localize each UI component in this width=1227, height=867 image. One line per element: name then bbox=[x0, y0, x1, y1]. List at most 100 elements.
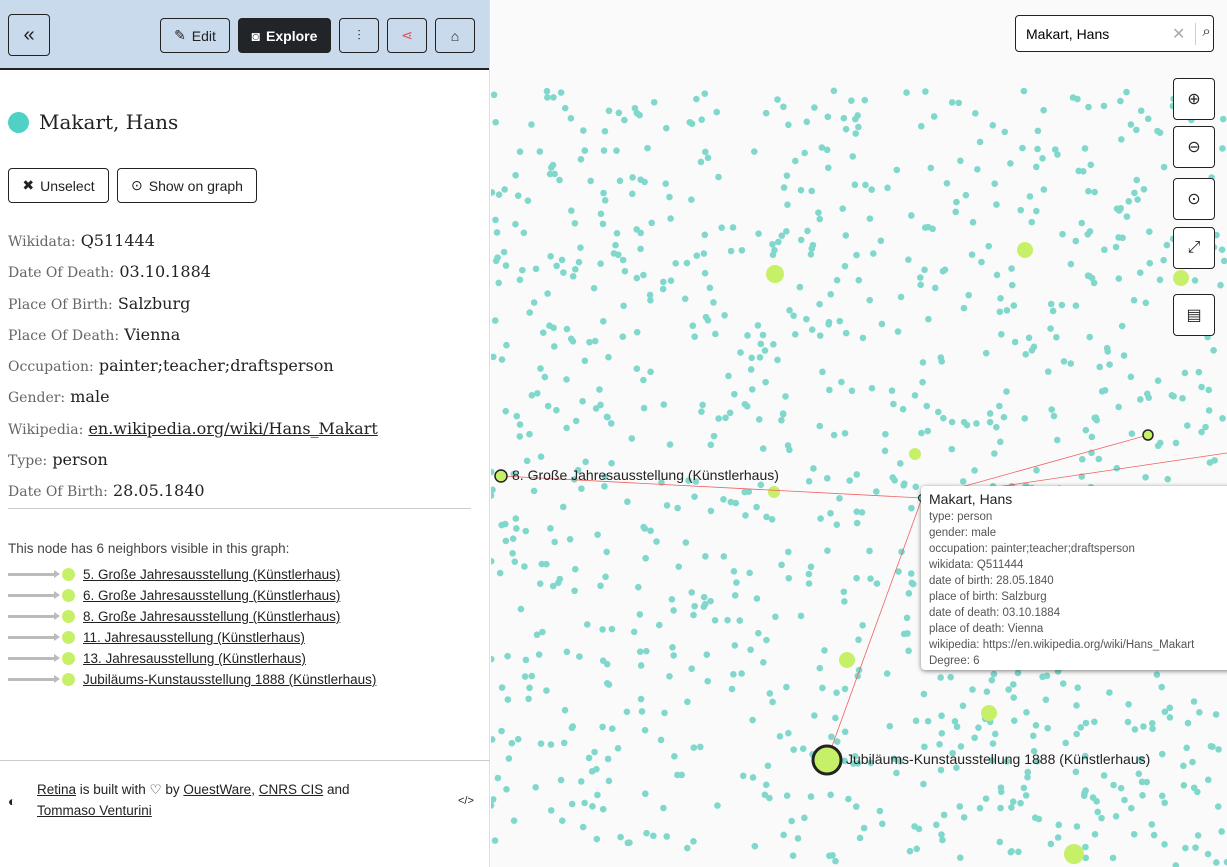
person-node[interactable] bbox=[738, 247, 746, 254]
person-node[interactable] bbox=[608, 625, 616, 633]
tommaso-link[interactable]: Tommaso Venturini bbox=[37, 803, 152, 818]
person-node[interactable] bbox=[1125, 701, 1132, 708]
person-node[interactable] bbox=[927, 164, 935, 172]
person-node[interactable] bbox=[710, 432, 718, 440]
ouestware-link[interactable]: OuestWare bbox=[183, 782, 251, 797]
person-node[interactable] bbox=[512, 220, 519, 228]
person-node[interactable] bbox=[1215, 746, 1222, 753]
person-node[interactable] bbox=[785, 121, 792, 129]
person-node[interactable] bbox=[1158, 792, 1166, 800]
person-node[interactable] bbox=[1204, 776, 1212, 784]
person-node[interactable] bbox=[917, 122, 925, 130]
person-node[interactable] bbox=[833, 521, 841, 528]
person-node[interactable] bbox=[526, 309, 534, 316]
person-node[interactable] bbox=[701, 231, 709, 239]
person-node[interactable] bbox=[960, 304, 968, 312]
person-node[interactable] bbox=[924, 427, 932, 435]
person-node[interactable] bbox=[1150, 831, 1158, 839]
person-node[interactable] bbox=[1020, 87, 1028, 95]
person-node[interactable] bbox=[597, 582, 604, 590]
person-node[interactable] bbox=[491, 655, 495, 663]
settings-button[interactable]: ⫶ bbox=[339, 18, 379, 53]
person-node[interactable] bbox=[628, 435, 636, 442]
person-node[interactable] bbox=[763, 636, 770, 644]
person-node[interactable] bbox=[853, 508, 861, 516]
person-node[interactable] bbox=[1092, 414, 1100, 421]
person-node[interactable] bbox=[547, 253, 554, 260]
person-node[interactable] bbox=[691, 333, 698, 340]
person-node[interactable] bbox=[855, 123, 862, 131]
person-node[interactable] bbox=[703, 651, 711, 658]
person-node[interactable] bbox=[1144, 115, 1152, 123]
person-node[interactable] bbox=[1011, 338, 1019, 346]
person-node[interactable] bbox=[693, 252, 701, 259]
person-node[interactable] bbox=[849, 153, 857, 160]
person-node[interactable] bbox=[1207, 742, 1215, 750]
person-node[interactable] bbox=[1121, 796, 1128, 804]
person-node[interactable] bbox=[797, 186, 805, 194]
person-node[interactable] bbox=[975, 724, 982, 731]
person-node[interactable] bbox=[495, 191, 503, 198]
person-node[interactable] bbox=[807, 563, 815, 571]
person-node[interactable] bbox=[748, 354, 756, 362]
person-node[interactable] bbox=[604, 755, 612, 763]
person-node[interactable] bbox=[803, 118, 811, 126]
person-node[interactable] bbox=[1031, 814, 1039, 821]
person-node[interactable] bbox=[597, 210, 605, 218]
person-node[interactable] bbox=[774, 96, 781, 103]
person-node[interactable] bbox=[753, 503, 760, 511]
neighbor-link[interactable]: 6. Große Jahresausstellung (Künstlerhaus… bbox=[83, 588, 340, 603]
person-node[interactable] bbox=[1082, 426, 1090, 434]
person-node[interactable] bbox=[1205, 386, 1213, 394]
person-node[interactable] bbox=[973, 420, 980, 427]
person-node[interactable] bbox=[1014, 669, 1022, 677]
person-node[interactable] bbox=[720, 496, 727, 503]
person-node[interactable] bbox=[672, 260, 679, 267]
person-node[interactable] bbox=[1127, 373, 1135, 381]
person-node[interactable] bbox=[1047, 325, 1054, 332]
person-node[interactable] bbox=[642, 790, 649, 798]
person-node[interactable] bbox=[682, 539, 690, 546]
person-node[interactable] bbox=[848, 387, 856, 395]
person-node[interactable] bbox=[751, 148, 758, 155]
person-node[interactable] bbox=[511, 558, 519, 565]
person-node[interactable] bbox=[630, 628, 638, 636]
person-node[interactable] bbox=[1131, 189, 1138, 197]
person-node[interactable] bbox=[1008, 804, 1015, 811]
person-node[interactable] bbox=[571, 565, 579, 573]
person-node[interactable] bbox=[1154, 127, 1161, 135]
person-node[interactable] bbox=[936, 740, 943, 748]
person-node[interactable] bbox=[502, 407, 510, 415]
person-node[interactable] bbox=[810, 465, 817, 472]
person-node[interactable] bbox=[662, 180, 670, 188]
person-node[interactable] bbox=[491, 492, 495, 499]
person-node[interactable] bbox=[592, 405, 600, 412]
person-node[interactable] bbox=[922, 88, 929, 95]
person-node[interactable] bbox=[873, 580, 881, 587]
person-node[interactable] bbox=[688, 196, 695, 203]
person-node[interactable] bbox=[1137, 107, 1145, 115]
person-node[interactable] bbox=[842, 125, 850, 133]
person-node[interactable] bbox=[779, 410, 787, 418]
person-node[interactable] bbox=[494, 254, 501, 261]
person-node[interactable] bbox=[855, 636, 862, 644]
person-node[interactable] bbox=[501, 186, 508, 193]
person-node[interactable] bbox=[691, 493, 698, 500]
person-node[interactable] bbox=[561, 104, 569, 112]
person-node[interactable] bbox=[1112, 813, 1120, 820]
person-node[interactable] bbox=[607, 420, 615, 427]
person-node[interactable] bbox=[853, 471, 861, 478]
person-node[interactable] bbox=[601, 483, 608, 490]
person-node[interactable] bbox=[589, 802, 596, 810]
person-node[interactable] bbox=[689, 322, 697, 330]
person-node[interactable] bbox=[605, 681, 613, 688]
person-node[interactable] bbox=[786, 307, 793, 314]
person-node[interactable] bbox=[1198, 383, 1205, 391]
person-node[interactable] bbox=[940, 414, 947, 422]
person-node[interactable] bbox=[1062, 739, 1070, 747]
person-node[interactable] bbox=[662, 124, 670, 132]
person-node[interactable] bbox=[520, 229, 528, 237]
person-node[interactable] bbox=[667, 277, 675, 284]
person-node[interactable] bbox=[971, 110, 979, 117]
person-node[interactable] bbox=[544, 94, 551, 101]
